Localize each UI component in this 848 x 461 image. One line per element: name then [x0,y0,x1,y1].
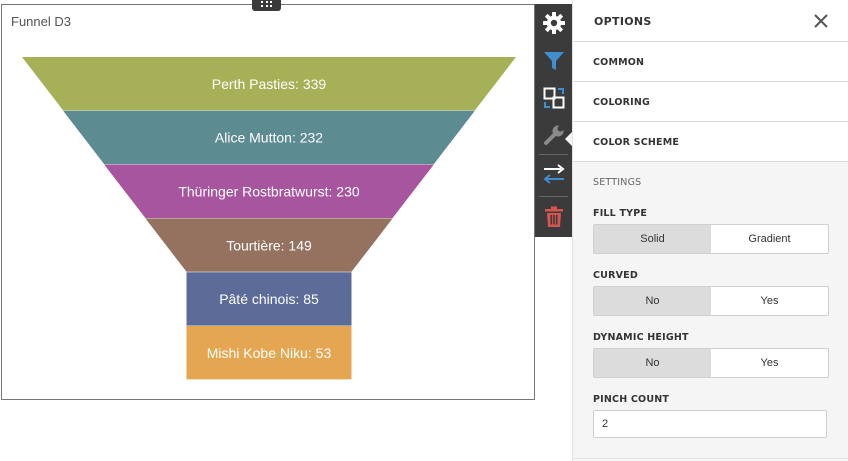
panel-header: OPTIONS [573,0,848,42]
funnel-chart: Perth Pasties: 339 Alice Mutton: 232 Thüri… [22,57,516,380]
gear-icon [542,12,565,34]
fill-type-selector: Solid Gradient [593,224,829,254]
dynamic-height-selector: No Yes [593,348,829,378]
funnel-segment-label: Thüringer Rostbratwurst: 230 [178,184,360,200]
curved-label: CURVED [593,270,638,281]
options-button[interactable] [535,5,572,41]
filter-icon [543,52,564,70]
dynamic-height-no-button[interactable]: No [594,349,711,377]
pinch-count-input[interactable] [593,410,827,438]
section-coloring[interactable]: COLORING [573,82,848,122]
section-common[interactable]: COMMON [573,42,848,82]
item-toolbar [535,4,573,237]
curved-yes-button[interactable]: Yes [711,287,828,315]
funnel-segment-label: Alice Mutton: 232 [215,130,323,146]
convert-icon [542,164,565,184]
funnel-item: Funnel D3 Perth Pasties: 339 Alice Mutton… [1,4,535,400]
funnel-segment-label: Pâté chinois: 85 [219,291,319,307]
pinch-count-label: PINCH COUNT [593,394,670,405]
section-color-scheme[interactable]: COLOR SCHEME [573,122,848,162]
section-label: COMMON [593,57,645,68]
toolbar-divider [539,196,568,197]
close-icon[interactable] [814,14,828,28]
funnel-segment-label: Mishi Kobe Niku: 53 [207,345,332,361]
settings-title: SETTINGS [593,177,642,188]
curved-selector: No Yes [593,286,829,316]
dynamic-height-yes-button[interactable]: Yes [711,349,828,377]
curved-no-button[interactable]: No [594,287,711,315]
options-panel: OPTIONS COMMON COLORING COLOR SCHEME SET… [572,0,848,461]
interactivity-icon [543,87,564,109]
section-label: COLORING [593,97,651,108]
fill-type-gradient-button[interactable]: Gradient [711,225,828,253]
funnel-segment-label: Tourtière: 149 [226,237,312,253]
drag-dots-icon [261,0,272,7]
fill-type-solid-button[interactable]: Solid [594,225,711,253]
panel-bottom-border [573,458,848,459]
trash-icon [544,206,563,227]
dynamic-height-label: DYNAMIC HEIGHT [593,332,689,343]
funnel-segment-label: Perth Pasties: 339 [212,76,327,92]
fill-type-label: FILL TYPE [593,208,648,219]
toolbar-divider [539,154,568,155]
wrench-icon [543,125,563,145]
panel-title: OPTIONS [594,15,652,28]
delete-button[interactable] [535,199,572,235]
interactivity-button[interactable] [535,80,572,116]
section-label: COLOR SCHEME [593,137,680,148]
convert-button[interactable] [535,156,572,192]
filter-button[interactable] [535,43,572,79]
drag-handle[interactable] [252,0,281,11]
